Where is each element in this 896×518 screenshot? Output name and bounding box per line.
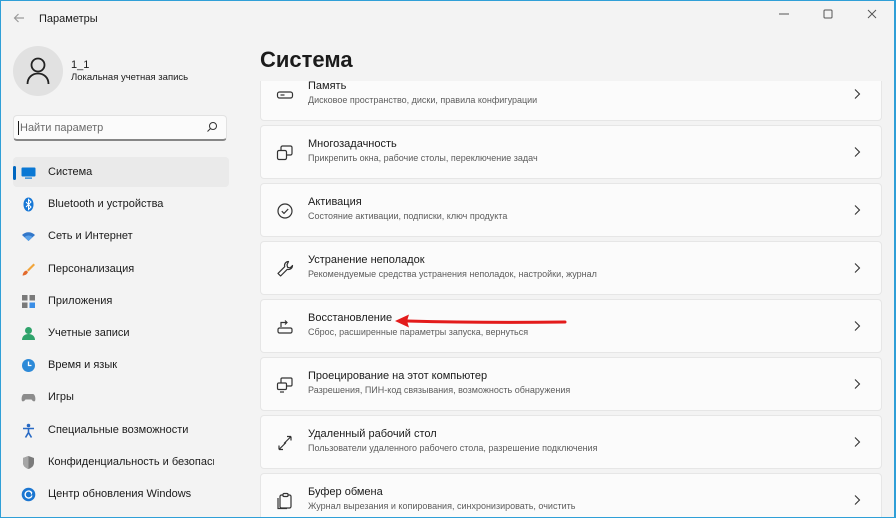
card-title: Активация	[308, 196, 362, 208]
brush-icon	[22, 263, 35, 276]
sidebar-item-personalization[interactable]: Персонализация	[13, 254, 229, 284]
multitasking-icon	[276, 145, 293, 161]
avatar[interactable]	[13, 46, 63, 96]
search-box[interactable]	[13, 115, 227, 141]
account-type: Локальная учетная запись	[71, 72, 189, 83]
chevron-right-icon	[854, 89, 861, 99]
storage-icon	[276, 91, 294, 99]
card-description: Рекомендуемые средства устранения непола…	[308, 269, 597, 279]
update-icon	[21, 487, 36, 502]
accounts-icon	[22, 326, 35, 340]
annotation-arrow-icon	[395, 314, 567, 328]
card-title: Устранение неполадок	[308, 254, 425, 266]
shield-icon	[23, 455, 34, 469]
chevron-right-icon	[854, 205, 861, 215]
sidebar-item-windows-update[interactable]: Центр обновления Windows	[13, 479, 229, 509]
sidebar-nav: Система Bluetooth и устройства Сеть и Ин…	[13, 157, 229, 511]
wrench-icon	[277, 260, 294, 277]
back-arrow-icon[interactable]	[9, 9, 29, 29]
card-title: Память	[308, 81, 347, 92]
chevron-right-icon	[854, 263, 861, 273]
card-description: Пользователи удаленного рабочего стола, …	[308, 443, 598, 453]
card-description: Состояние активации, подписки, ключ прод…	[308, 211, 508, 221]
card-multitasking[interactable]: Многозадачность Прикрепить окна, рабочие…	[260, 125, 882, 179]
gamepad-icon	[21, 394, 36, 402]
clipboard-icon	[277, 492, 292, 510]
chevron-right-icon	[854, 437, 861, 447]
bluetooth-icon	[23, 197, 34, 212]
sidebar-item-label: Приложения	[48, 294, 113, 307]
card-title: Буфер обмена	[308, 486, 383, 498]
sidebar-item-label: Персонализация	[48, 262, 135, 275]
apps-icon	[22, 294, 35, 308]
minimize-icon[interactable]	[762, 1, 806, 27]
sidebar-item-label: Система	[48, 166, 93, 178]
chevron-right-icon	[854, 321, 861, 331]
sidebar-item-time-language[interactable]: Время и язык	[13, 350, 229, 380]
card-projection[interactable]: Проецирование на этот компьютер Разрешен…	[260, 357, 882, 411]
card-storage[interactable]: Память Дисковое пространство, диски, пра…	[260, 81, 882, 121]
chevron-right-icon	[854, 495, 861, 505]
title-bar: Параметры	[1, 1, 894, 37]
card-title: Восстановление	[308, 312, 393, 324]
text-caret	[18, 121, 19, 135]
user-name: 1_1	[71, 59, 90, 71]
page-title: Система	[260, 47, 353, 72]
app-title: Параметры	[39, 13, 98, 25]
sidebar-item-apps[interactable]: Приложения	[13, 286, 229, 316]
activation-icon	[277, 203, 293, 219]
settings-window: Параметры 1_1 Локальная учетная запись Н…	[1, 1, 894, 517]
globe-clock-icon	[22, 359, 35, 373]
settings-list: Память Дисковое пространство, диски, пра…	[260, 81, 882, 517]
accessibility-icon	[23, 423, 34, 438]
maximize-icon[interactable]	[806, 1, 850, 27]
sidebar-item-label: Конфиденциальность и безопасность	[48, 455, 214, 468]
chevron-right-icon	[854, 379, 861, 389]
sidebar-item-label: Специальные возможности	[48, 423, 189, 436]
card-description: Разрешения, ПИН-код связывания, возможно…	[308, 385, 571, 395]
sidebar-item-gaming[interactable]: Игры	[13, 382, 229, 412]
card-recovery[interactable]: Восстановление Сброс, расширенные параме…	[260, 299, 882, 353]
sidebar-item-accounts[interactable]: Учетные записи	[13, 318, 229, 348]
user-icon	[26, 57, 50, 85]
sidebar-item-label: Bluetooth и устройства	[48, 198, 164, 211]
card-activation[interactable]: Активация Состояние активации, подписки,…	[260, 183, 882, 237]
card-title: Удаленный рабочий стол	[308, 428, 437, 440]
close-icon[interactable]	[850, 1, 894, 27]
remote-desktop-icon	[278, 435, 292, 451]
sidebar-item-privacy[interactable]: Конфиденциальность и безопасность	[13, 447, 229, 477]
card-remote-desktop[interactable]: Удаленный рабочий стол Пользователи удал…	[260, 415, 882, 469]
sidebar-item-accessibility[interactable]: Специальные возможности	[13, 415, 229, 445]
sidebar-item-label: Время и язык	[48, 359, 118, 372]
card-clipboard[interactable]: Буфер обмена Журнал вырезания и копирова…	[260, 473, 882, 517]
search-icon[interactable]	[206, 121, 218, 133]
wifi-icon	[22, 232, 35, 242]
card-title: Многозадачность	[308, 138, 397, 150]
sidebar-item-label: Учетные записи	[48, 326, 130, 339]
card-troubleshoot[interactable]: Устранение неполадок Рекомендуемые средс…	[260, 241, 882, 295]
sidebar-item-bluetooth[interactable]: Bluetooth и устройства	[13, 189, 229, 219]
chevron-right-icon	[854, 147, 861, 157]
sidebar-item-label: Игры	[48, 391, 74, 404]
sidebar-item-network[interactable]: Сеть и Интернет	[13, 221, 229, 251]
system-icon	[21, 167, 36, 179]
search-input[interactable]	[20, 120, 200, 136]
card-description: Журнал вырезания и копирования, синхрони…	[308, 501, 576, 511]
recovery-icon	[277, 320, 293, 334]
sidebar-item-label: Центр обновления Windows	[48, 487, 192, 500]
sidebar-item-label: Сеть и Интернет	[48, 230, 133, 243]
card-description: Прикрепить окна, рабочие столы, переключ…	[308, 153, 538, 163]
card-title: Проецирование на этот компьютер	[308, 370, 488, 382]
projection-icon	[276, 377, 293, 393]
sidebar-item-system[interactable]: Система	[13, 157, 229, 187]
card-description: Дисковое пространство, диски, правила ко…	[308, 95, 538, 105]
